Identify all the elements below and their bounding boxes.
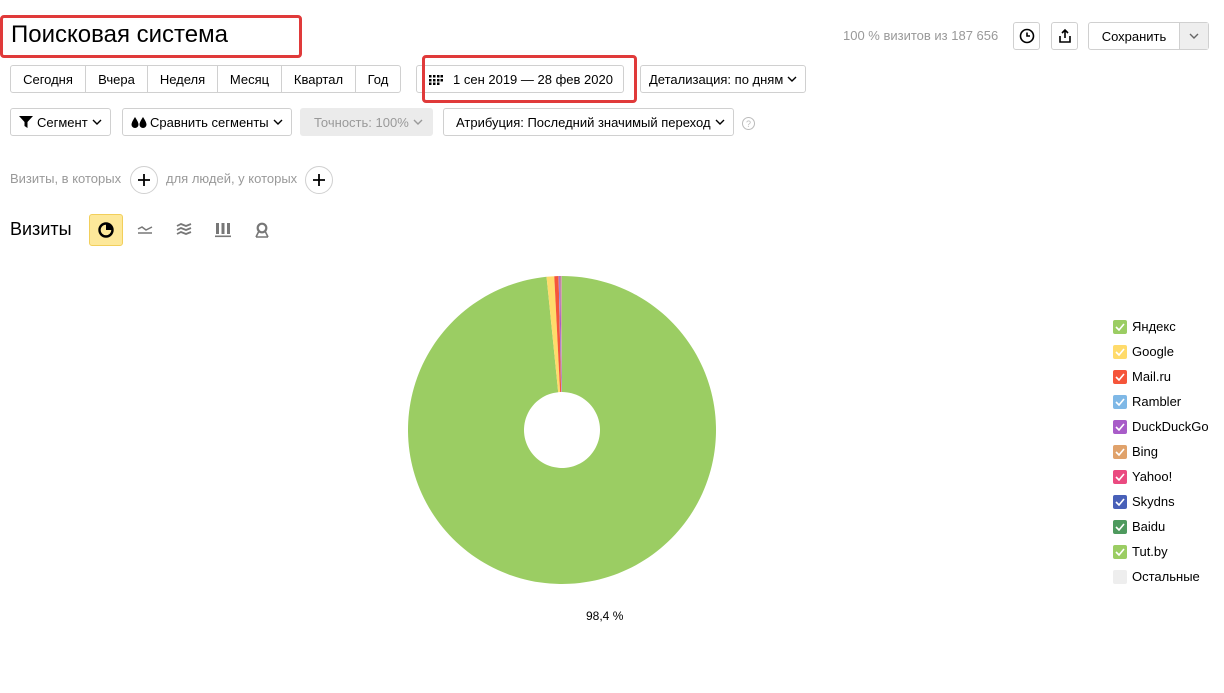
chart-legend: Яндекс Google Mail.ru Rambler DuckDuckGo Bing… [1113,314,1209,589]
legend-checkbox[interactable] [1113,319,1127,334]
pie-value-label: 98,4 % [586,609,624,623]
legend-checkbox[interactable] [1113,569,1127,584]
legend-item[interactable]: Mail.ru [1113,364,1209,389]
legend-item[interactable]: Остальные [1113,564,1209,589]
legend-checkbox[interactable] [1113,544,1127,559]
check-icon [1115,522,1125,531]
legend-item[interactable]: Bing [1113,439,1209,464]
check-icon [1115,397,1125,406]
legend-item[interactable]: Rambler [1113,389,1209,414]
legend-label: Bing [1132,444,1159,459]
check-icon [1115,347,1125,356]
legend-checkbox[interactable] [1113,444,1127,459]
legend-label: Tut.by [1132,544,1168,559]
legend-label: Mail.ru [1132,369,1172,384]
legend-item[interactable]: Baidu [1113,514,1209,539]
legend-label: DuckDuckGo [1132,419,1209,434]
legend-label: Baidu [1132,519,1166,534]
check-icon [1115,472,1125,481]
check-icon [1115,322,1125,331]
legend-checkbox[interactable] [1113,369,1127,384]
legend-item[interactable]: Yahoo! [1113,464,1209,489]
legend-checkbox[interactable] [1113,494,1127,509]
legend-label: Rambler [1132,394,1182,409]
check-icon [1115,422,1125,431]
legend-item[interactable]: Яндекс [1113,314,1209,339]
pie-chart [408,276,716,584]
legend-label: Yahoo! [1132,469,1173,484]
legend-checkbox[interactable] [1113,394,1127,409]
legend-label: Google [1132,344,1174,359]
legend-item[interactable]: Google [1113,339,1209,364]
legend-item[interactable]: DuckDuckGo [1113,414,1209,439]
legend-item[interactable]: Tut.by [1113,539,1209,564]
legend-checkbox[interactable] [1113,419,1127,434]
legend-checkbox[interactable] [1113,519,1127,534]
legend-item[interactable]: Skydns [1113,489,1209,514]
check-icon [1115,497,1125,506]
check-icon [1115,447,1125,456]
legend-label: Skydns [1132,494,1175,509]
legend-checkbox[interactable] [1113,469,1127,484]
legend-label: Остальные [1132,569,1200,584]
check-icon [1115,372,1125,381]
legend-checkbox[interactable] [1113,344,1127,359]
check-icon [1115,547,1125,556]
legend-label: Яндекс [1132,319,1176,334]
